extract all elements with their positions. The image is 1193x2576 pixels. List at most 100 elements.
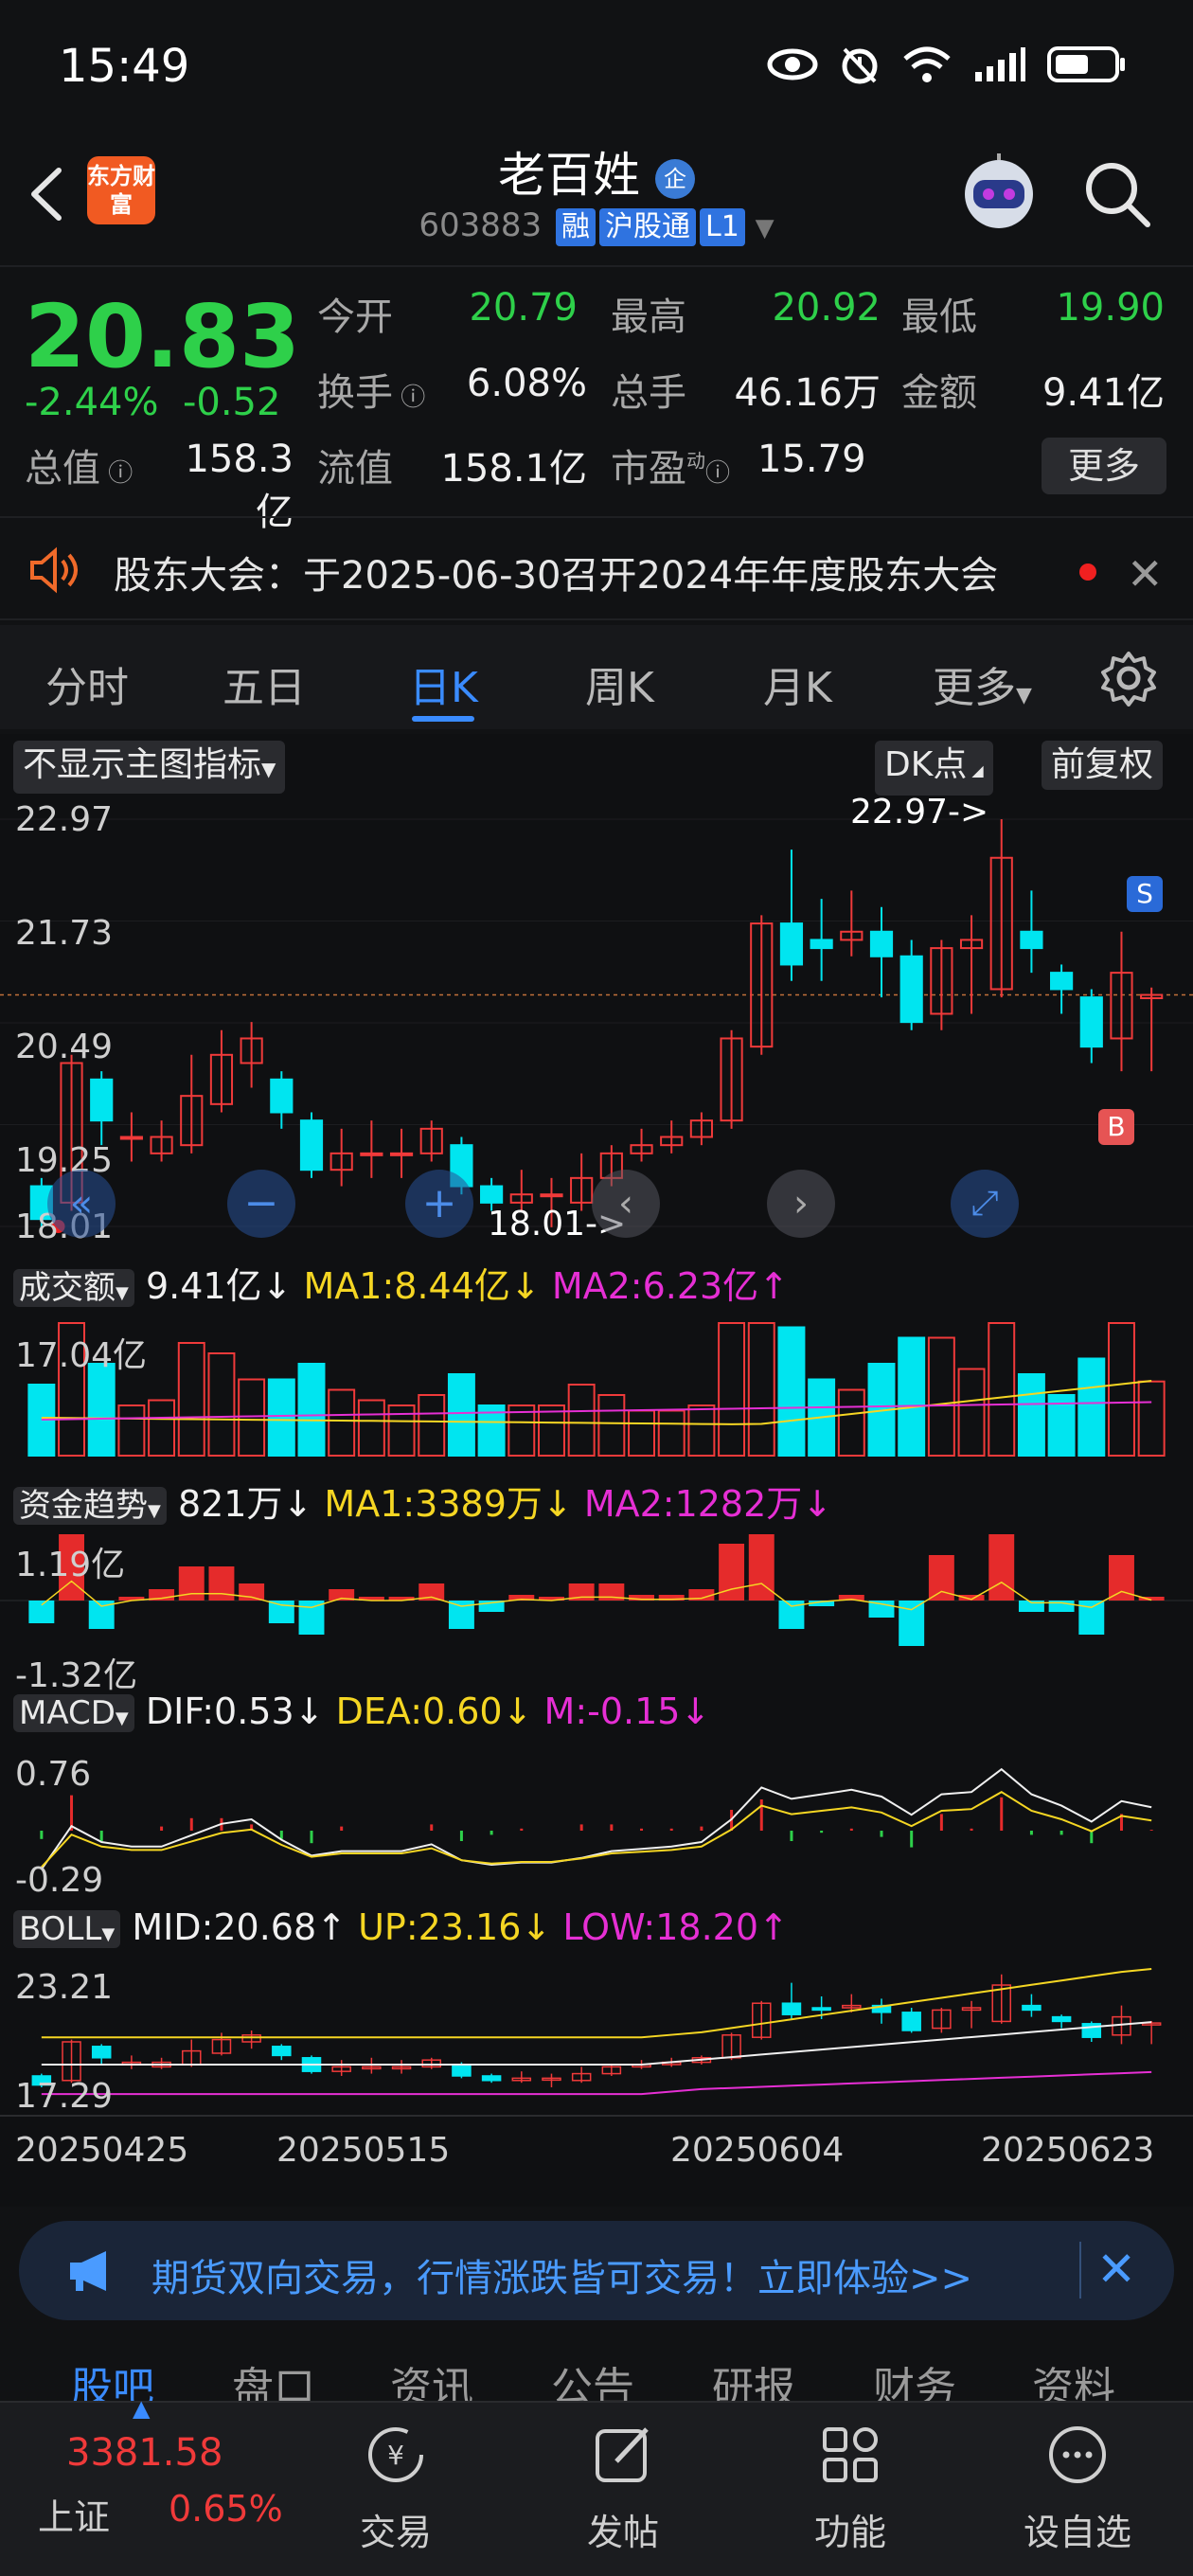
buy-marker[interactable]: B xyxy=(1098,1109,1134,1145)
fund-y-tick-max: 1.19亿 xyxy=(15,1546,126,1584)
scroll-prev-button[interactable]: ‹ xyxy=(592,1170,660,1238)
tab-monthly-k[interactable]: 月K xyxy=(763,653,832,714)
boll-candle-body xyxy=(91,2046,112,2059)
tab-news[interactable]: 资讯 xyxy=(390,2353,473,2401)
value-volume: 46.16万 xyxy=(734,371,881,415)
volume-bar xyxy=(117,1404,146,1457)
nav-functions[interactable]: 功能 xyxy=(775,2422,926,2555)
volume-bar xyxy=(747,1322,775,1457)
nav-watchlist[interactable]: 设自选 xyxy=(1002,2422,1153,2555)
macd-dif-line xyxy=(41,1767,1152,1870)
tab-research[interactable]: 研报 xyxy=(712,2353,795,2401)
fund-bar xyxy=(268,1601,294,1623)
search-icon[interactable] xyxy=(1079,156,1155,232)
tab-finance[interactable]: 财务 xyxy=(873,2353,956,2401)
macd-indicator-select[interactable]: MACD▼ xyxy=(13,1694,134,1732)
tab-weekly-k[interactable]: 周K xyxy=(585,653,654,714)
volume-bar xyxy=(538,1404,565,1457)
fund-value: 821万 xyxy=(177,1483,283,1525)
boll-low: LOW:18.20 xyxy=(562,1906,759,1948)
tab-daily-k[interactable]: 日K xyxy=(409,653,478,714)
tab-more[interactable]: 更多▼ xyxy=(933,653,1032,714)
value-amount: 9.41亿 xyxy=(1042,371,1165,415)
volume-bar xyxy=(567,1384,596,1457)
candle-body xyxy=(899,955,923,1024)
label-pe: 市盈动ⓘ xyxy=(611,447,731,491)
announcement-bar[interactable]: 股东大会：于2025-06-30召开2024年年度股东大会 ✕ xyxy=(0,516,1193,620)
boll-chart xyxy=(31,1968,1162,2096)
index-value: 3381.58 xyxy=(66,2431,223,2475)
boll-mid: MID:20.68 xyxy=(132,1906,317,1948)
adjust-select[interactable]: 前复权 xyxy=(1042,741,1164,790)
megaphone-icon xyxy=(70,2251,106,2291)
index-widget[interactable]: ▲ 3381.58 上证 0.65% xyxy=(19,2395,294,2576)
zoom-in-button[interactable]: + xyxy=(405,1170,473,1238)
stock-name-text: 老百姓 xyxy=(498,148,641,203)
sell-marker[interactable]: S xyxy=(1127,876,1163,912)
value-low: 19.90 xyxy=(1056,286,1165,330)
chevron-down-icon[interactable]: ▼ xyxy=(756,214,775,242)
close-icon[interactable]: ✕ xyxy=(1127,548,1164,599)
y-tick-2: 21.73 xyxy=(15,914,114,953)
tab-profile[interactable]: 资料 xyxy=(1032,2353,1115,2401)
tab-intraday[interactable]: 分时 xyxy=(45,653,129,714)
speaker-icon xyxy=(30,546,78,594)
fullscreen-icon[interactable]: ⤢ xyxy=(951,1170,1019,1238)
candle-body xyxy=(1079,996,1103,1048)
fund-ma1: MA1:3389万 xyxy=(324,1483,543,1525)
svg-text:¥: ¥ xyxy=(387,2440,404,2471)
eye-icon xyxy=(767,48,818,80)
value-open: 20.79 xyxy=(469,286,578,330)
volume-bar xyxy=(687,1404,716,1457)
unread-dot xyxy=(1079,564,1096,581)
fund-bar xyxy=(298,1601,325,1635)
candle-body xyxy=(360,1152,383,1156)
tag-level: L1 xyxy=(699,208,745,246)
volume-bar xyxy=(148,1399,176,1457)
label-open: 今开 xyxy=(317,295,393,339)
nav-watchlist-label: 设自选 xyxy=(1023,2512,1131,2553)
macd-dea: DEA:0.60 xyxy=(335,1690,503,1732)
ai-assistant-icon[interactable] xyxy=(956,152,1042,237)
volume-bar xyxy=(837,1388,865,1457)
volume-bar xyxy=(1108,1322,1135,1457)
status-icons xyxy=(767,44,1127,85)
main-indicator-select[interactable]: 不显示主图指标▼ xyxy=(13,741,286,794)
boll-y-tick-max: 23.21 xyxy=(15,1968,114,2007)
volume-bar xyxy=(447,1373,475,1457)
nav-trade[interactable]: ¥ 交易 xyxy=(320,2422,472,2555)
volume-bar xyxy=(238,1378,266,1457)
volume-indicator-select[interactable]: 成交额▼ xyxy=(13,1269,134,1307)
macd-y-tick-min: -0.29 xyxy=(15,1861,104,1900)
more-quote-button[interactable]: 更多 xyxy=(1042,438,1166,494)
volume-bar xyxy=(628,1409,655,1457)
scroll-left-end-button[interactable]: « xyxy=(47,1170,116,1238)
change-percent: -2.44% xyxy=(25,381,159,424)
signal-icon xyxy=(975,47,1025,81)
scroll-next-button[interactable]: › xyxy=(767,1170,835,1238)
high-annotation: 22.97-> xyxy=(850,793,989,832)
close-icon[interactable]: ✕ xyxy=(1096,2242,1136,2297)
boll-candle-body xyxy=(901,2012,921,2031)
grid-icon xyxy=(823,2427,878,2482)
nav-post[interactable]: 发帖 xyxy=(547,2422,699,2555)
boll-indicator-select[interactable]: BOLL▼ xyxy=(13,1910,121,1948)
fund-ma1-line xyxy=(41,1580,1152,1611)
fund-bar xyxy=(988,1534,1015,1601)
tab-announcements[interactable]: 公告 xyxy=(551,2353,634,2401)
gear-icon[interactable] xyxy=(1100,650,1157,707)
boll-up: UP:23.16 xyxy=(358,1906,522,1948)
zoom-out-button[interactable]: − xyxy=(227,1170,295,1238)
dk-point-toggle[interactable]: DK点 ◢ xyxy=(875,741,993,796)
boll-candle-body xyxy=(272,2046,292,2057)
boll-low-line xyxy=(41,2070,1152,2096)
tab-five-day[interactable]: 五日 xyxy=(223,653,306,714)
period-tabs: 分时 五日 日K 周K 月K 更多▼ xyxy=(0,625,1193,729)
macd-m: M:-0.15 xyxy=(543,1690,681,1732)
tab-forum[interactable]: 股吧 xyxy=(71,2353,154,2401)
futures-promo-banner[interactable]: 期货双向交易，行情涨跌皆可交易！立即体验>> ✕ xyxy=(19,2221,1174,2320)
x-label-4: 20250623 xyxy=(981,2131,1155,2170)
fund-indicator-select[interactable]: 资金趋势▼ xyxy=(13,1487,167,1525)
candle-body xyxy=(779,922,804,966)
tab-orderbook[interactable]: 盘口 xyxy=(232,2353,315,2401)
